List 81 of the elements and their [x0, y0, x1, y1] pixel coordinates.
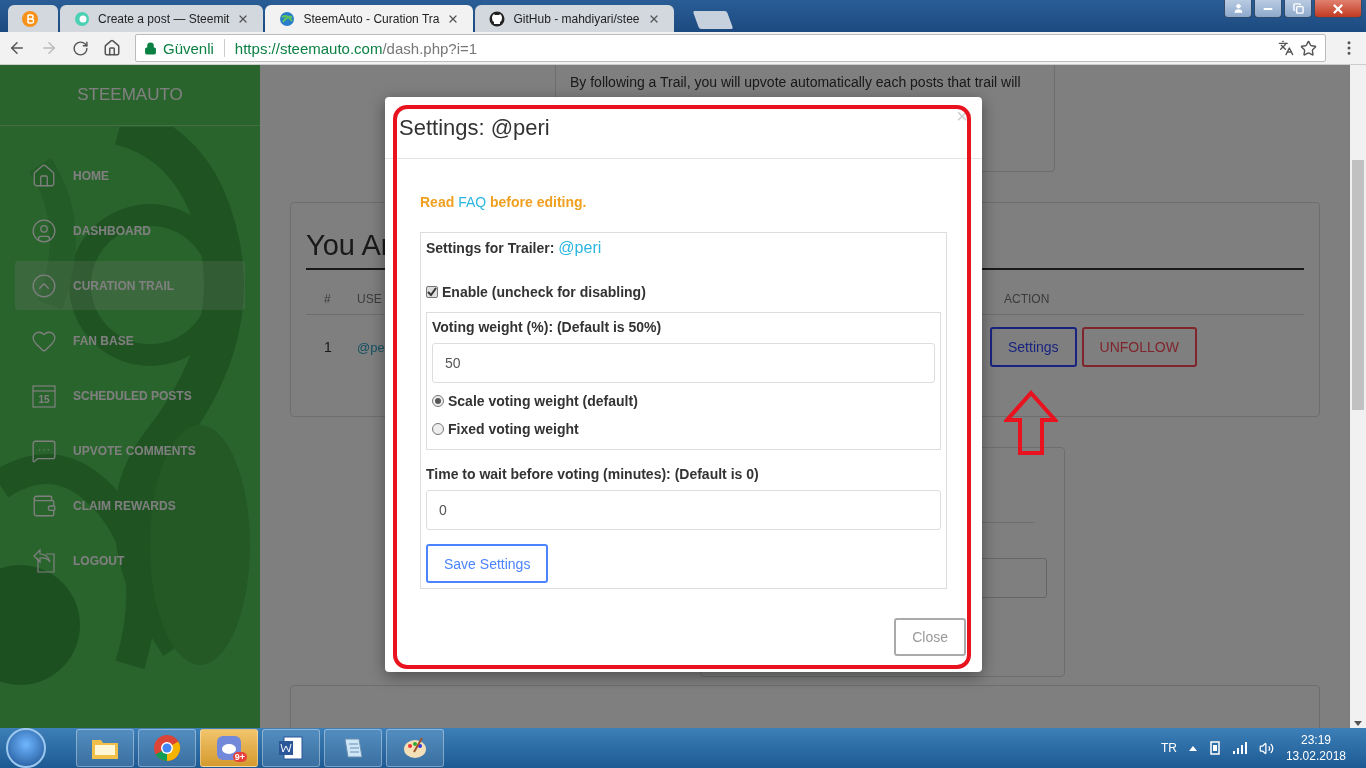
tray-expand-icon[interactable] [1188, 745, 1197, 751]
browser-tab[interactable]: GitHub - mahdiyari/stee [475, 5, 674, 32]
reload-icon[interactable] [72, 39, 89, 57]
globe-icon [279, 10, 296, 27]
maximize-button[interactable] [1284, 0, 1312, 18]
taskbar-icon[interactable] [138, 729, 196, 767]
save-settings-button[interactable]: Save Settings [426, 544, 549, 583]
radio-button[interactable] [432, 395, 444, 407]
address-bar[interactable]: Güvenli https://steemauto.com/dash.php?i=1 [135, 34, 1326, 62]
enable-checkbox[interactable] [426, 286, 438, 298]
taskbar-icon[interactable] [386, 729, 444, 767]
browser-tab[interactable]: Create a post — Steemit [60, 5, 264, 32]
home-icon[interactable] [103, 39, 121, 57]
minimize-button[interactable] [1254, 0, 1282, 18]
taskbar-icon[interactable] [324, 729, 382, 767]
user-link[interactable]: @pe [357, 339, 385, 355]
taskbar-icon[interactable] [262, 729, 320, 767]
column-header: # [324, 292, 331, 306]
lock-icon [144, 41, 157, 55]
back-icon[interactable] [8, 39, 26, 57]
checkbox-label: Enable (uncheck for disabling) [442, 284, 646, 300]
nav-item[interactable]: UPVOTE COMMENTS [15, 426, 245, 475]
wait-field[interactable]: 0 [426, 490, 941, 530]
user-icon [31, 217, 57, 244]
brand-name: STEEMAUTO [77, 85, 183, 105]
settings-button[interactable]: Settings [990, 327, 1077, 367]
weight-field[interactable]: 50 [432, 343, 935, 383]
url-text: https://steemauto.com/dash.php?i=1 [234, 39, 478, 57]
column-header: ACTION [1004, 292, 1050, 306]
profile-button[interactable] [1224, 0, 1252, 18]
field-label: Voting weight (%): (Default is 50%) [432, 319, 663, 335]
trailer-label: Settings for Trailer: [426, 240, 555, 256]
restore-icon [1292, 3, 1304, 14]
trailer-link[interactable]: @peri [558, 239, 602, 257]
unfollow-button[interactable]: UNFOLLOW [1081, 327, 1197, 367]
clock-time: 23:19 [1300, 733, 1331, 747]
bitcoin-icon [22, 10, 38, 27]
logout-icon [31, 547, 57, 574]
clock-date: 13.02.2018 [1285, 749, 1346, 763]
field-label: Time to wait before voting (minutes): (Default is 0) [426, 466, 760, 482]
column-header: USE [357, 292, 382, 306]
close-button[interactable] [1314, 0, 1362, 18]
browser-tab[interactable]: SteemAuto - Curation Tra [265, 5, 474, 32]
notice-text: Read FAQ before editing. [420, 194, 588, 210]
chevron-up-icon [31, 272, 57, 299]
star-icon[interactable] [1300, 39, 1317, 57]
palette-icon [402, 735, 428, 761]
signal-icon [1232, 742, 1247, 754]
start-button[interactable] [6, 728, 46, 768]
device-icon [1208, 741, 1221, 755]
document-icon [278, 735, 304, 761]
taskbar-icon[interactable] [76, 729, 134, 767]
dialog-title: Settings: @peri [399, 114, 550, 141]
radio-label: Scale voting weight (default) [448, 393, 638, 409]
nav-item[interactable]: 15 SCHEDULED POSTS [15, 371, 245, 420]
house-icon [31, 162, 57, 189]
table-cell: 1 [324, 339, 332, 355]
calendar-icon: 15 [31, 382, 57, 409]
nav-item[interactable]: CLAIM REWARDS [15, 481, 245, 530]
chrome-icon [153, 734, 181, 762]
up-arrow-drawing [1004, 390, 1058, 456]
language-indicator[interactable]: TR [1160, 741, 1177, 755]
notification-badge: 9+ [232, 752, 247, 762]
new-tab-button[interactable] [692, 11, 733, 29]
nav-item[interactable]: LOGOUT [15, 536, 245, 585]
secure-label: Güvenli [163, 39, 214, 57]
faq-link[interactable]: FAQ [458, 194, 487, 210]
close-dialog-button[interactable]: Close [894, 618, 966, 656]
nav-item[interactable]: HOME [15, 151, 245, 200]
intro-text: By following a Trail, you will upvote automatically each posts that trail will [570, 74, 1022, 90]
nav-item[interactable]: FAN BASE [15, 316, 245, 365]
nav-item[interactable]: DASHBOARD [15, 206, 245, 255]
swirl-icon [74, 10, 90, 27]
person-icon [1232, 3, 1244, 14]
volume-icon [1258, 740, 1274, 756]
taskbar-icon[interactable]: 9+ [200, 729, 258, 767]
radio-button[interactable] [432, 423, 444, 435]
radio-label: Fixed voting weight [448, 421, 579, 437]
translate-icon[interactable] [1278, 40, 1294, 56]
close-icon [1331, 1, 1345, 16]
scrollbar[interactable] [1350, 65, 1366, 728]
